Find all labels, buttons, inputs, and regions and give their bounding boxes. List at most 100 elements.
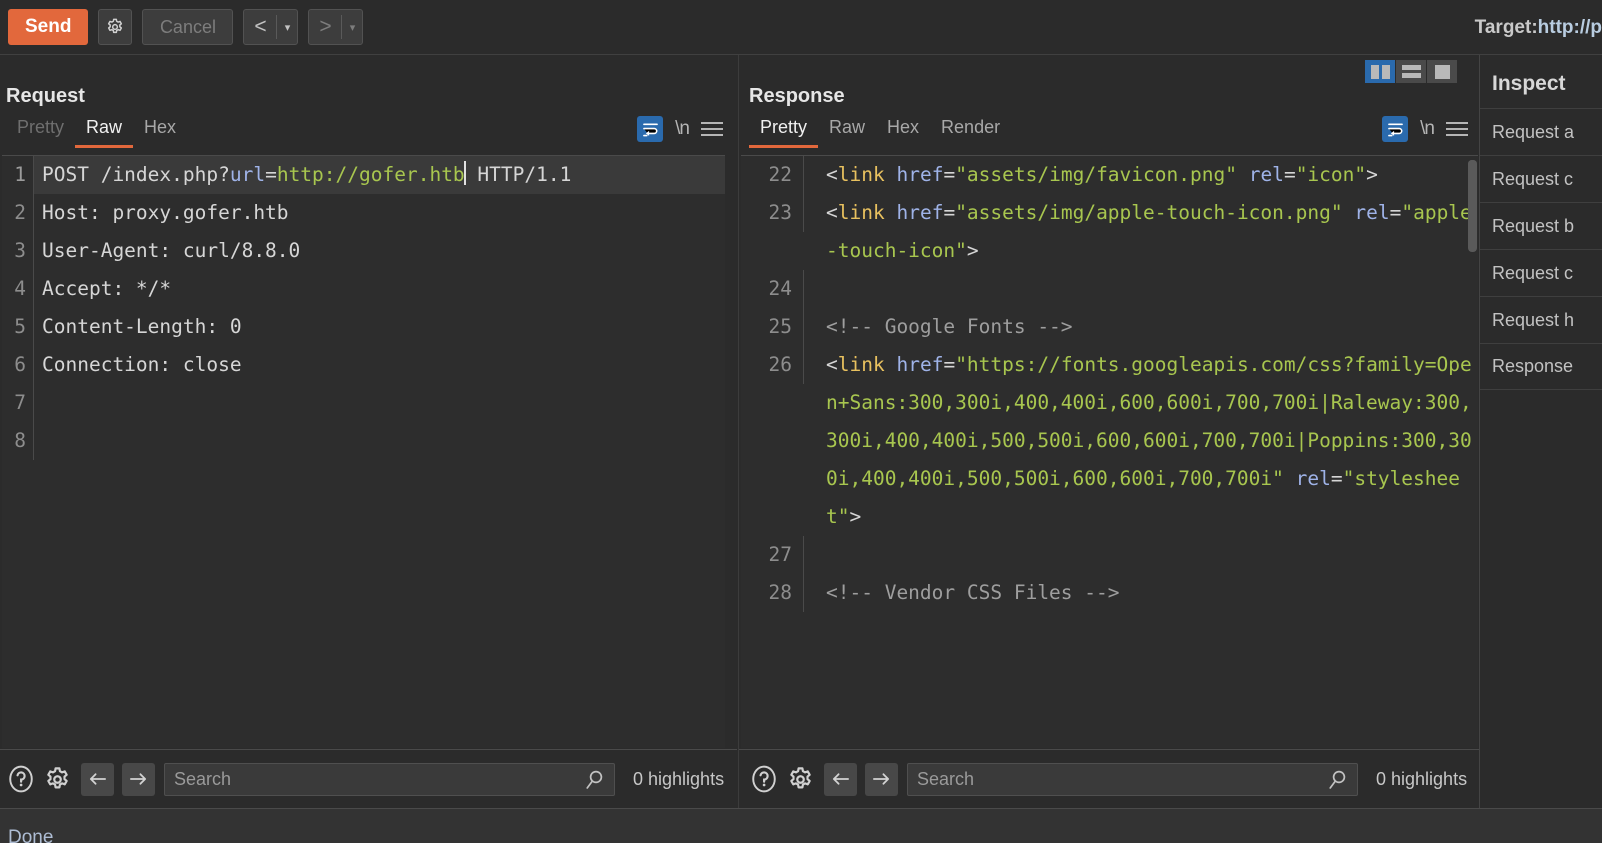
- line-number: 23: [741, 194, 804, 232]
- code-token: <!-- Vendor CSS Files -->: [826, 581, 1120, 604]
- arrow-left-icon: [89, 773, 107, 785]
- tab-request-pretty[interactable]: Pretty: [6, 117, 75, 148]
- search-next-button[interactable]: [122, 762, 155, 796]
- layout-toggle-group: [1365, 60, 1458, 83]
- newline-toggle[interactable]: \n: [675, 118, 690, 140]
- help-icon[interactable]: [749, 764, 779, 794]
- word-wrap-icon[interactable]: [637, 116, 664, 142]
- line-content[interactable]: <!-- Vendor CSS Files -->: [804, 574, 1478, 612]
- editor-line[interactable]: 28 <!-- Vendor CSS Files -->: [741, 574, 1478, 612]
- editor-line[interactable]: 25 <!-- Google Fonts -->: [741, 308, 1478, 346]
- response-tab-row: Pretty Raw Hex Render \n: [739, 114, 1478, 148]
- line-content[interactable]: <!-- Google Fonts -->: [804, 308, 1478, 346]
- tab-response-raw[interactable]: Raw: [818, 117, 876, 148]
- split-vertical-icon: [1370, 64, 1390, 79]
- code-token: =: [1283, 163, 1296, 186]
- inspector-row-0[interactable]: Request a: [1480, 108, 1602, 155]
- split-horizontal-icon: [1401, 65, 1421, 78]
- editor-line[interactable]: 5 Content-Length: 0: [2, 308, 725, 346]
- line-content[interactable]: POST /index.php?url=http://gofer.htb HTT…: [34, 156, 725, 194]
- hamburger-menu-icon[interactable]: [1446, 122, 1468, 136]
- magnifier-icon[interactable]: [584, 769, 606, 796]
- editor-line[interactable]: 7: [2, 384, 725, 422]
- tab-response-hex[interactable]: Hex: [876, 117, 930, 148]
- editor-line[interactable]: 6 Connection: close: [2, 346, 725, 384]
- code-token: link: [837, 201, 885, 224]
- tab-response-render[interactable]: Render: [930, 117, 1011, 148]
- inspector-row-1[interactable]: Request c: [1480, 155, 1602, 202]
- line-content[interactable]: Accept: */*: [34, 270, 725, 308]
- top-toolbar: Send Cancel < ▾ > ▾ Target: http://p: [0, 0, 1602, 55]
- code-token: <: [826, 163, 838, 186]
- code-token: =: [1330, 467, 1343, 490]
- search-next-button[interactable]: [865, 762, 898, 796]
- split-vertical-layout-button[interactable]: [1365, 60, 1396, 83]
- line-content[interactable]: Host: proxy.gofer.htb: [34, 194, 725, 232]
- editor-line[interactable]: 8: [2, 422, 725, 460]
- search-settings-gear-icon[interactable]: [784, 763, 816, 795]
- code-token: >: [1366, 163, 1378, 186]
- editor-line[interactable]: 2 Host: proxy.gofer.htb: [2, 194, 725, 232]
- next-request-button[interactable]: > ▾: [308, 9, 364, 45]
- code-token: >: [966, 239, 979, 262]
- tab-response-pretty[interactable]: Pretty: [749, 117, 819, 148]
- search-input[interactable]: [165, 768, 614, 790]
- line-content[interactable]: Connection: close: [34, 346, 725, 384]
- magnifier-icon[interactable]: [1327, 769, 1349, 796]
- editor-line[interactable]: 4 Accept: */*: [2, 270, 725, 308]
- editor-line[interactable]: 23 <link href="assets/img/apple-touch-ico…: [741, 194, 1478, 270]
- inspector-row-3[interactable]: Request c: [1480, 249, 1602, 296]
- single-pane-layout-button[interactable]: [1427, 60, 1458, 83]
- request-editor[interactable]: 1 POST /index.php?url=http://gofer.htb HT…: [2, 155, 725, 748]
- line-content[interactable]: User-Agent: curl/8.8.0: [34, 232, 725, 270]
- line-number: 6: [2, 346, 34, 384]
- response-tab-actions: \n: [1382, 116, 1468, 142]
- hamburger-menu-icon[interactable]: [701, 122, 723, 136]
- response-search-field[interactable]: [907, 762, 1358, 796]
- help-icon[interactable]: [6, 764, 36, 794]
- line-number: 22: [741, 156, 804, 194]
- editor-line[interactable]: 3 User-Agent: curl/8.8.0: [2, 232, 725, 270]
- inspector-row-5[interactable]: Response: [1480, 343, 1602, 390]
- line-content[interactable]: [34, 422, 725, 460]
- line-content[interactable]: Content-Length: 0: [34, 308, 725, 346]
- editor-line[interactable]: 22 <link href="assets/img/favicon.png" re…: [741, 156, 1478, 194]
- inspector-row-2[interactable]: Request b: [1480, 202, 1602, 249]
- previous-request-button[interactable]: < ▾: [243, 9, 299, 45]
- chevron-right-icon: >: [319, 15, 332, 38]
- split-horizontal-layout-button[interactable]: [1396, 60, 1427, 83]
- editor-line[interactable]: 26 <link href="https://fonts.googleapis.c…: [741, 346, 1478, 536]
- word-wrap-icon[interactable]: [1382, 116, 1409, 142]
- target-url: http://p: [1537, 16, 1602, 38]
- editor-line[interactable]: 24: [741, 270, 1478, 308]
- search-input[interactable]: [908, 768, 1357, 790]
- search-previous-button[interactable]: [824, 762, 857, 796]
- line-content[interactable]: [804, 270, 1478, 308]
- send-button[interactable]: Send: [8, 9, 89, 45]
- line-content[interactable]: [34, 384, 725, 422]
- arrow-right-icon: [129, 773, 147, 785]
- line-content[interactable]: <link href="assets/img/favicon.png" rel=…: [804, 156, 1478, 194]
- search-settings-gear-icon[interactable]: [41, 763, 73, 795]
- chevron-down-icon[interactable]: ▾: [342, 10, 362, 44]
- request-settings-gear-button[interactable]: [98, 9, 133, 45]
- inspector-row-4[interactable]: Request h: [1480, 296, 1602, 343]
- line-content[interactable]: [804, 536, 1478, 574]
- code-token: "assets/img/favicon.png": [955, 163, 1237, 186]
- request-search-field[interactable]: [164, 762, 615, 796]
- line-content[interactable]: <link href="assets/img/apple-touch-icon.…: [804, 194, 1478, 270]
- response-editor[interactable]: 22 <link href="assets/img/favicon.png" re…: [741, 155, 1478, 748]
- editor-line[interactable]: 1 POST /index.php?url=http://gofer.htb HT…: [2, 156, 725, 194]
- chevron-down-icon[interactable]: ▾: [277, 10, 297, 44]
- newline-toggle[interactable]: \n: [1420, 118, 1435, 140]
- cancel-button[interactable]: Cancel: [142, 9, 234, 45]
- status-text: Done: [8, 827, 54, 843]
- line-number: 7: [2, 384, 34, 422]
- tab-request-raw[interactable]: Raw: [75, 117, 134, 148]
- editor-line[interactable]: 27: [741, 536, 1478, 574]
- editor-scrollbar-thumb[interactable]: [1468, 160, 1477, 204]
- search-previous-button[interactable]: [81, 762, 114, 796]
- line-content[interactable]: <link href="https://fonts.googleapis.com…: [804, 346, 1478, 536]
- tab-request-hex[interactable]: Hex: [133, 117, 187, 148]
